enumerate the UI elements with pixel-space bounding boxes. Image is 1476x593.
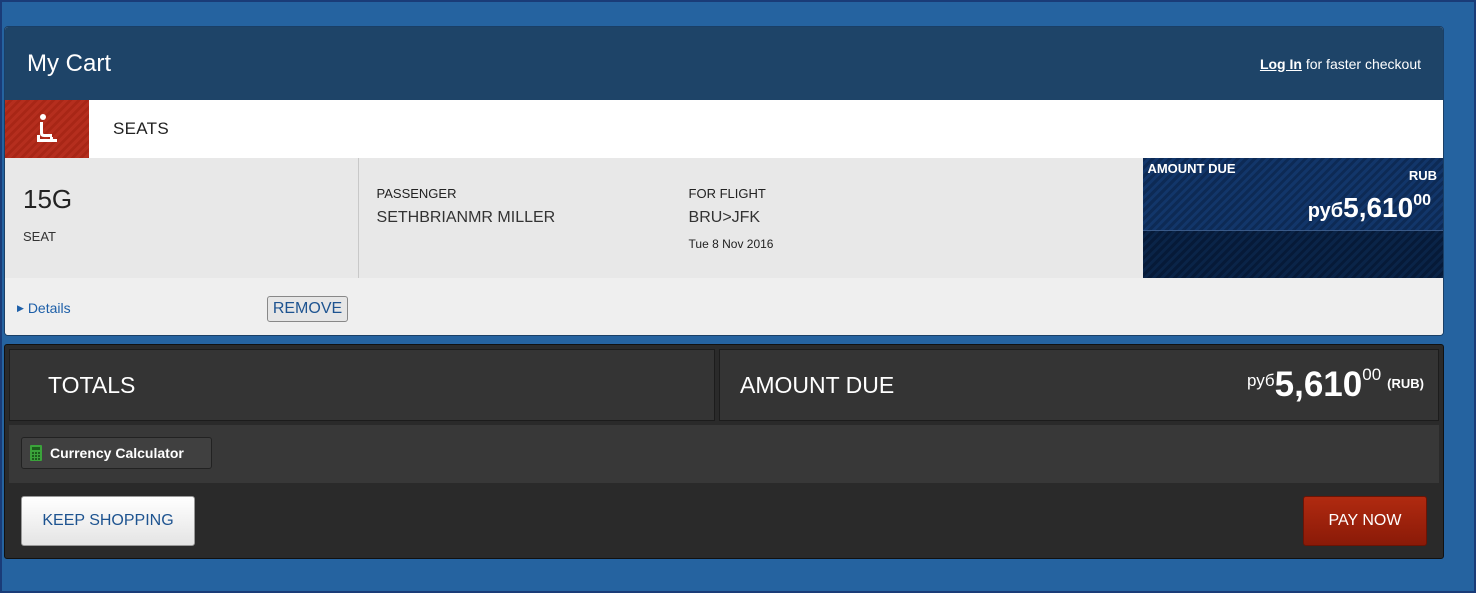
keep-shopping-button[interactable]: KEEP SHOPPING bbox=[21, 496, 195, 546]
flight-date: Tue 8 Nov 2016 bbox=[688, 237, 774, 251]
pay-now-button[interactable]: PAY NOW bbox=[1303, 496, 1427, 546]
total-amount-main: 5,610 bbox=[1274, 365, 1363, 404]
amount-due-label: AMOUNT DUE bbox=[1147, 161, 1236, 176]
amount-due-shade bbox=[1143, 230, 1443, 278]
calculator-strip: Currency Calculator bbox=[9, 425, 1439, 483]
totals-panel: TOTALS AMOUNT DUE руб5,61000 (RUB) Curren… bbox=[4, 344, 1444, 559]
details-link[interactable]: ▶ Details bbox=[17, 300, 71, 316]
flight-route: BRU>JFK bbox=[688, 209, 761, 226]
amount-main: 5,610 bbox=[1343, 192, 1414, 223]
currency-calculator-button[interactable]: Currency Calculator bbox=[21, 437, 212, 469]
totals-label: TOTALS bbox=[9, 349, 715, 421]
login-prompt: Log In for faster checkout bbox=[1260, 56, 1421, 72]
item-amount-due: AMOUNT DUE RUB руб5,61000 bbox=[1143, 158, 1443, 278]
page-title: My Cart bbox=[27, 49, 111, 77]
section-label: SEATS bbox=[113, 119, 169, 138]
total-currency-symbol: руб bbox=[1246, 371, 1275, 390]
cart-panel: My Cart Log In for faster checkout SEATS… bbox=[4, 26, 1444, 336]
login-suffix: for faster checkout bbox=[1301, 55, 1421, 72]
seat-label: SEAT bbox=[23, 229, 56, 244]
remove-button[interactable]: REMOVE bbox=[267, 296, 348, 322]
totals-amount-due: AMOUNT DUE руб5,61000 (RUB) bbox=[719, 349, 1439, 421]
cart-header: My Cart Log In for faster checkout bbox=[5, 27, 1443, 100]
total-amount-due-label: AMOUNT DUE bbox=[740, 371, 895, 398]
currency-calculator-label: Currency Calculator bbox=[50, 445, 184, 461]
passenger-col: PASSENGER SETHBRIANMR MILLER bbox=[377, 186, 689, 250]
item-amount: руб5,61000 bbox=[1308, 192, 1431, 224]
amount-cents: 00 bbox=[1413, 192, 1431, 209]
caret-right-icon: ▶ bbox=[17, 303, 24, 313]
section-header-seats: SEATS bbox=[5, 100, 1443, 158]
cart-item-row: 15G SEAT PASSENGER SETHBRIANMR MILLER FO… bbox=[5, 158, 1443, 278]
calculator-icon bbox=[30, 445, 42, 461]
flight-col: FOR FLIGHT BRU>JFK Tue 8 Nov 2016 bbox=[688, 186, 1001, 251]
totals-row: TOTALS AMOUNT DUE руб5,61000 (RUB) bbox=[9, 349, 1439, 421]
seat-number: 15G bbox=[23, 184, 73, 214]
total-currency-code: (RUB) bbox=[1387, 376, 1424, 391]
login-link[interactable]: Log In bbox=[1260, 56, 1302, 72]
currency-code: RUB bbox=[1408, 168, 1437, 183]
total-amount-cents: 00 bbox=[1362, 365, 1382, 384]
total-amount: руб5,61000 (RUB) bbox=[1247, 365, 1424, 405]
item-info: PASSENGER SETHBRIANMR MILLER FOR FLIGHT … bbox=[359, 158, 1144, 278]
passenger-name: SETHBRIANMR MILLER bbox=[376, 209, 556, 226]
currency-symbol: руб bbox=[1307, 200, 1344, 222]
seat-icon bbox=[5, 100, 89, 158]
seat-cell: 15G SEAT bbox=[5, 158, 359, 278]
flight-label: FOR FLIGHT bbox=[688, 186, 766, 201]
details-label: Details bbox=[27, 300, 71, 316]
item-actions: ▶ Details REMOVE bbox=[5, 278, 1443, 335]
passenger-label: PASSENGER bbox=[376, 186, 457, 201]
